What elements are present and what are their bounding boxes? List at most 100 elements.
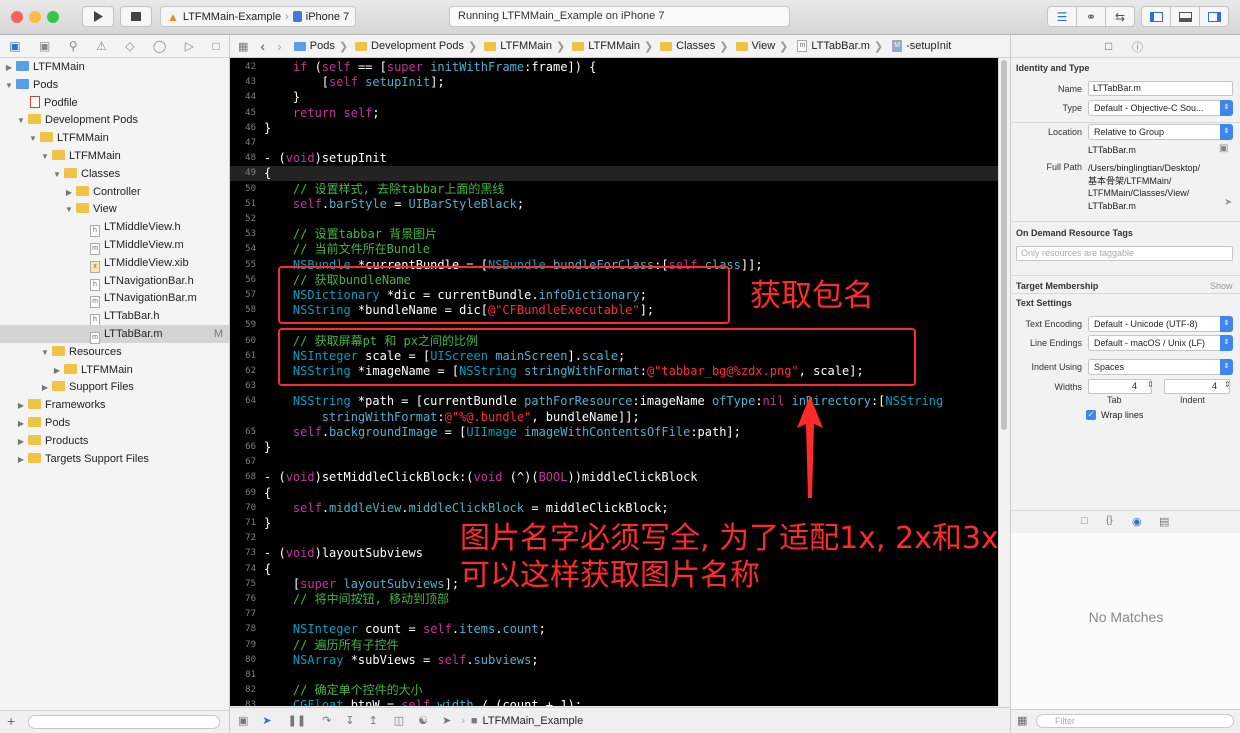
disclosure-open-icon[interactable]: ▼ bbox=[52, 166, 62, 184]
breadcrumb-item[interactable]: Pods bbox=[292, 40, 335, 52]
view-hierarchy-icon[interactable]: ◫ bbox=[394, 714, 404, 727]
debug-icon[interactable]: ◯ bbox=[153, 39, 166, 53]
close-window-button[interactable] bbox=[11, 11, 23, 23]
name-field[interactable]: LTTabBar.m bbox=[1088, 81, 1233, 96]
disclosure-open-icon[interactable]: ▼ bbox=[64, 201, 74, 219]
line-endings-select[interactable]: Default - macOS / Unix (LF) ⇕ bbox=[1088, 335, 1233, 351]
minimize-window-button[interactable] bbox=[29, 11, 41, 23]
scheme-selector[interactable]: ▲ LTFMMain-Example › iPhone 7 bbox=[160, 6, 357, 27]
stepper-icon[interactable]: ⇕ bbox=[1224, 380, 1231, 389]
navigator-item[interactable]: Podfile bbox=[0, 94, 229, 112]
navigator-filter-field[interactable] bbox=[28, 715, 220, 729]
navigator-item[interactable]: ▼ Resources bbox=[0, 343, 229, 361]
media-library-icon[interactable]: ▤ bbox=[1159, 515, 1169, 528]
forward-icon[interactable]: › bbox=[277, 38, 282, 54]
disclosure-open-icon[interactable]: ▼ bbox=[16, 112, 26, 130]
disclosure-closed-icon[interactable]: ▶ bbox=[52, 362, 62, 380]
navigator-item[interactable]: m LTNavigationBar.m bbox=[0, 289, 229, 309]
navigator-item[interactable]: ▼ LTFMMain bbox=[0, 129, 229, 147]
related-items-icon[interactable]: ▦ bbox=[238, 40, 248, 53]
navigator-item[interactable]: ▶ Pods bbox=[0, 414, 229, 432]
warning-icon[interactable]: ⚠ bbox=[96, 39, 107, 53]
disclosure-closed-icon[interactable]: ▶ bbox=[4, 59, 14, 77]
navigator-item[interactable]: m LTTabBar.m M bbox=[0, 325, 229, 344]
source-control-icon[interactable]: ▣ bbox=[39, 39, 50, 53]
location-icon[interactable]: ➤ bbox=[442, 714, 451, 727]
breadcrumb-item[interactable]: M -setupInit bbox=[888, 40, 951, 52]
run-button[interactable] bbox=[82, 6, 114, 27]
breadcrumb-item[interactable]: View bbox=[734, 40, 775, 52]
breakpoint-icon[interactable]: ▷ bbox=[185, 39, 194, 53]
file-inspector-icon[interactable]: □ bbox=[1105, 39, 1112, 53]
breadcrumb-item[interactable]: LTFMMain bbox=[482, 40, 552, 52]
navigator-item[interactable]: m LTMiddleView.m bbox=[0, 236, 229, 255]
breadcrumb-item[interactable]: Development Pods bbox=[353, 40, 464, 52]
breadcrumb-item[interactable]: LTFMMain bbox=[570, 40, 640, 52]
search-icon[interactable]: ⚲ bbox=[69, 39, 78, 53]
memory-graph-icon[interactable]: ☯ bbox=[418, 714, 428, 727]
object-library-icon[interactable]: ◉ bbox=[1132, 515, 1142, 528]
assistant-editor-button[interactable]: ⚭ bbox=[1076, 6, 1106, 27]
file-template-icon[interactable]: □ bbox=[1081, 515, 1088, 527]
library-filter-field[interactable]: Filter bbox=[1036, 714, 1234, 728]
folder-icon[interactable]: ▣ bbox=[9, 39, 20, 53]
folder-browse-icon[interactable]: ▣ bbox=[1219, 143, 1228, 154]
breakpoints-toggle-icon[interactable]: ➤ bbox=[262, 714, 271, 727]
indent-width-field[interactable]: 4 bbox=[1164, 379, 1230, 394]
navigator-item[interactable]: ▶ Products bbox=[0, 432, 229, 450]
back-icon[interactable]: ‹ bbox=[260, 38, 265, 54]
disclosure-closed-icon[interactable]: ▶ bbox=[16, 397, 26, 415]
disclosure-closed-icon[interactable]: ▶ bbox=[16, 451, 26, 469]
disclosure-open-icon[interactable]: ▼ bbox=[28, 130, 38, 148]
navigator-item[interactable]: ▶ Targets Support Files bbox=[0, 450, 229, 468]
navigator-item[interactable]: ▶ Frameworks bbox=[0, 396, 229, 414]
navigator-item[interactable]: x LTMiddleView.xib bbox=[0, 254, 229, 273]
navigator-item[interactable]: ▼ Development Pods bbox=[0, 111, 229, 129]
show-target-membership-button[interactable]: Show bbox=[1210, 281, 1233, 291]
wrap-lines-checkbox[interactable]: ✓ bbox=[1086, 410, 1096, 420]
breadcrumb-item[interactable]: Classes bbox=[658, 40, 715, 52]
navigator-item[interactable]: ▼ View bbox=[0, 200, 229, 218]
editor-scroll-thumb[interactable] bbox=[1001, 60, 1007, 430]
type-select[interactable]: Default - Objective-C Sou... ⇕ bbox=[1088, 100, 1233, 116]
tab-width-field[interactable]: 4 bbox=[1088, 379, 1152, 394]
disclosure-closed-icon[interactable]: ▶ bbox=[40, 379, 50, 397]
version-editor-button[interactable]: ⇆ bbox=[1105, 6, 1135, 27]
step-into-icon[interactable]: ↧ bbox=[345, 714, 354, 727]
standard-editor-button[interactable]: ☰ bbox=[1047, 6, 1077, 27]
code-snippet-icon[interactable]: {} bbox=[1106, 515, 1113, 526]
navigator-item[interactable]: ▶ LTFMMain bbox=[0, 58, 229, 76]
grid-view-icon[interactable]: ▦ bbox=[1017, 714, 1027, 727]
reveal-in-finder-icon[interactable]: ➤ bbox=[1224, 197, 1232, 208]
pause-icon[interactable]: ❚❚ bbox=[288, 714, 306, 727]
toggle-navigator-button[interactable] bbox=[1141, 6, 1171, 27]
text-encoding-select[interactable]: Default - Unicode (UTF-8) ⇕ bbox=[1088, 316, 1233, 332]
toggle-inspector-button[interactable] bbox=[1199, 6, 1229, 27]
source-editor[interactable]: 42 if (self == [super initWithFrame:fram… bbox=[230, 58, 998, 706]
navigator-item[interactable]: h LTTabBar.h bbox=[0, 307, 229, 327]
stop-button[interactable] bbox=[120, 6, 152, 27]
disclosure-closed-icon[interactable]: ▶ bbox=[64, 184, 74, 202]
disclosure-open-icon[interactable]: ▼ bbox=[4, 77, 14, 95]
odr-tags-field[interactable]: Only resources are taggable bbox=[1016, 246, 1233, 261]
navigator-item[interactable]: ▼ Pods bbox=[0, 76, 229, 94]
disclosure-open-icon[interactable]: ▼ bbox=[40, 344, 50, 362]
report-icon[interactable]: □ bbox=[212, 39, 219, 53]
navigator-item[interactable]: h LTNavigationBar.h bbox=[0, 272, 229, 291]
navigator-item[interactable]: h LTMiddleView.h bbox=[0, 218, 229, 238]
navigator-item[interactable]: ▶ LTFMMain bbox=[0, 361, 229, 379]
navigator-item[interactable]: ▶ Support Files bbox=[0, 378, 229, 396]
navigator-item[interactable]: ▶ Controller bbox=[0, 183, 229, 201]
test-icon[interactable]: ◇ bbox=[125, 39, 134, 53]
disclosure-open-icon[interactable]: ▼ bbox=[40, 148, 50, 166]
disclosure-closed-icon[interactable]: ▶ bbox=[16, 433, 26, 451]
disclosure-closed-icon[interactable]: ▶ bbox=[16, 415, 26, 433]
step-over-icon[interactable]: ↷ bbox=[322, 714, 331, 727]
step-out-icon[interactable]: ↥ bbox=[369, 714, 378, 727]
add-icon[interactable]: + bbox=[7, 713, 15, 729]
navigator-item[interactable]: ▼ LTFMMain bbox=[0, 147, 229, 165]
breadcrumb-item[interactable]: m LTTabBar.m bbox=[793, 40, 870, 52]
hide-debug-area-icon[interactable]: ▣ bbox=[238, 714, 248, 727]
location-select[interactable]: Relative to Group ⇕ bbox=[1088, 124, 1233, 140]
indent-using-select[interactable]: Spaces ⇕ bbox=[1088, 359, 1233, 375]
